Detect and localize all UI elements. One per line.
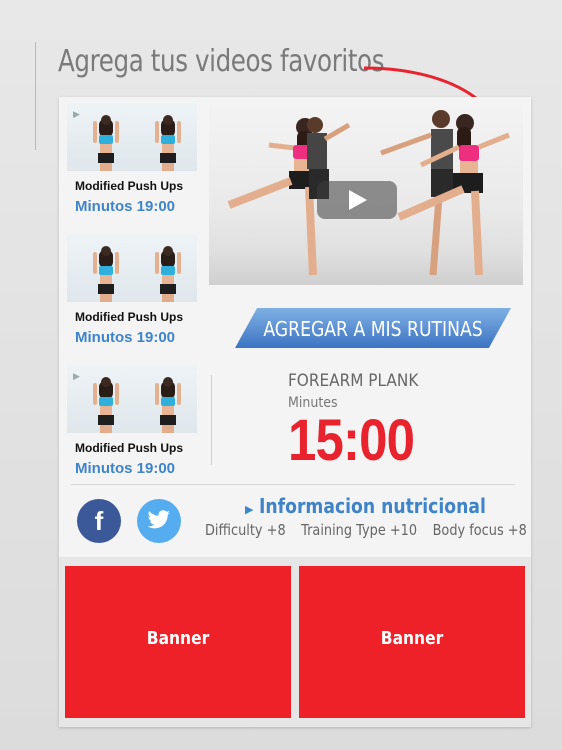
twitter-button[interactable] (137, 499, 181, 543)
card-content: ▶ Modified Push Ups Minutos 19:00 Modifi… (59, 97, 531, 557)
exercise-stats: Difficulty +8 Training Type +10 Body focus… (205, 521, 542, 539)
add-to-routines-button[interactable]: AGREGAR A MIS RUTINAS (235, 308, 511, 348)
thumbnail-title: Modified Push Ups (75, 179, 183, 193)
vertical-divider (211, 375, 212, 465)
page-heading: Agrega tus videos favoritos (58, 44, 385, 79)
video-thumbnail[interactable]: ▶ (67, 103, 197, 171)
play-icon: ▶ (73, 109, 80, 119)
banner-label: Banner (146, 628, 210, 649)
triangle-right-icon: ▶ (245, 504, 254, 516)
thumbnail-duration: Minutos 19:00 (75, 329, 176, 346)
facebook-icon: f (94, 506, 104, 536)
heading-divider (35, 42, 36, 150)
thumbnail-item[interactable]: ▶ Modified Push Ups Minutos 19:00 (67, 365, 197, 477)
facebook-button[interactable]: f (77, 499, 121, 543)
banner-left[interactable]: Banner (65, 566, 291, 718)
stat-body-focus: Body focus +8 (432, 521, 527, 539)
play-button-icon[interactable] (317, 181, 397, 219)
stat-difficulty: Difficulty +8 (205, 521, 286, 539)
thumbnail-title: Modified Push Ups (75, 310, 183, 324)
figure (155, 113, 181, 171)
banner-area: Banner Banner (59, 557, 531, 727)
thumbnail-item[interactable]: ▶ Modified Push Ups Minutos 19:00 (67, 103, 197, 215)
video-thumbnail[interactable] (67, 234, 197, 302)
play-icon: ▶ (73, 371, 80, 381)
nutrition-info-link[interactable]: ▶ Informacion nutricional (245, 494, 523, 518)
horizontal-divider (71, 484, 515, 485)
video-card: ▶ Modified Push Ups Minutos 19:00 Modifi… (59, 97, 531, 727)
add-to-routines-label: AGREGAR A MIS RUTINAS (263, 317, 483, 341)
twitter-bird-icon (147, 510, 170, 529)
nutrition-info-label: Informacion nutricional (259, 494, 487, 518)
video-thumbnail[interactable]: ▶ (67, 365, 197, 433)
figure (93, 375, 119, 433)
video-player[interactable] (209, 105, 523, 285)
thumbnail-duration: Minutos 19:00 (75, 460, 176, 477)
figure (93, 244, 119, 302)
thumbnail-duration: Minutos 19:00 (75, 198, 176, 215)
stat-training-type: Training Type +10 (301, 521, 418, 539)
banner-right[interactable]: Banner (299, 566, 525, 718)
thumbnail-item[interactable]: Modified Push Ups Minutos 19:00 (67, 234, 197, 346)
figure (155, 375, 181, 433)
exercise-time: 15:00 (288, 408, 415, 473)
figure (93, 113, 119, 171)
figure (155, 244, 181, 302)
exercise-name: FOREARM PLANK (288, 371, 419, 391)
banner-label: Banner (380, 628, 444, 649)
thumbnail-title: Modified Push Ups (75, 441, 183, 455)
